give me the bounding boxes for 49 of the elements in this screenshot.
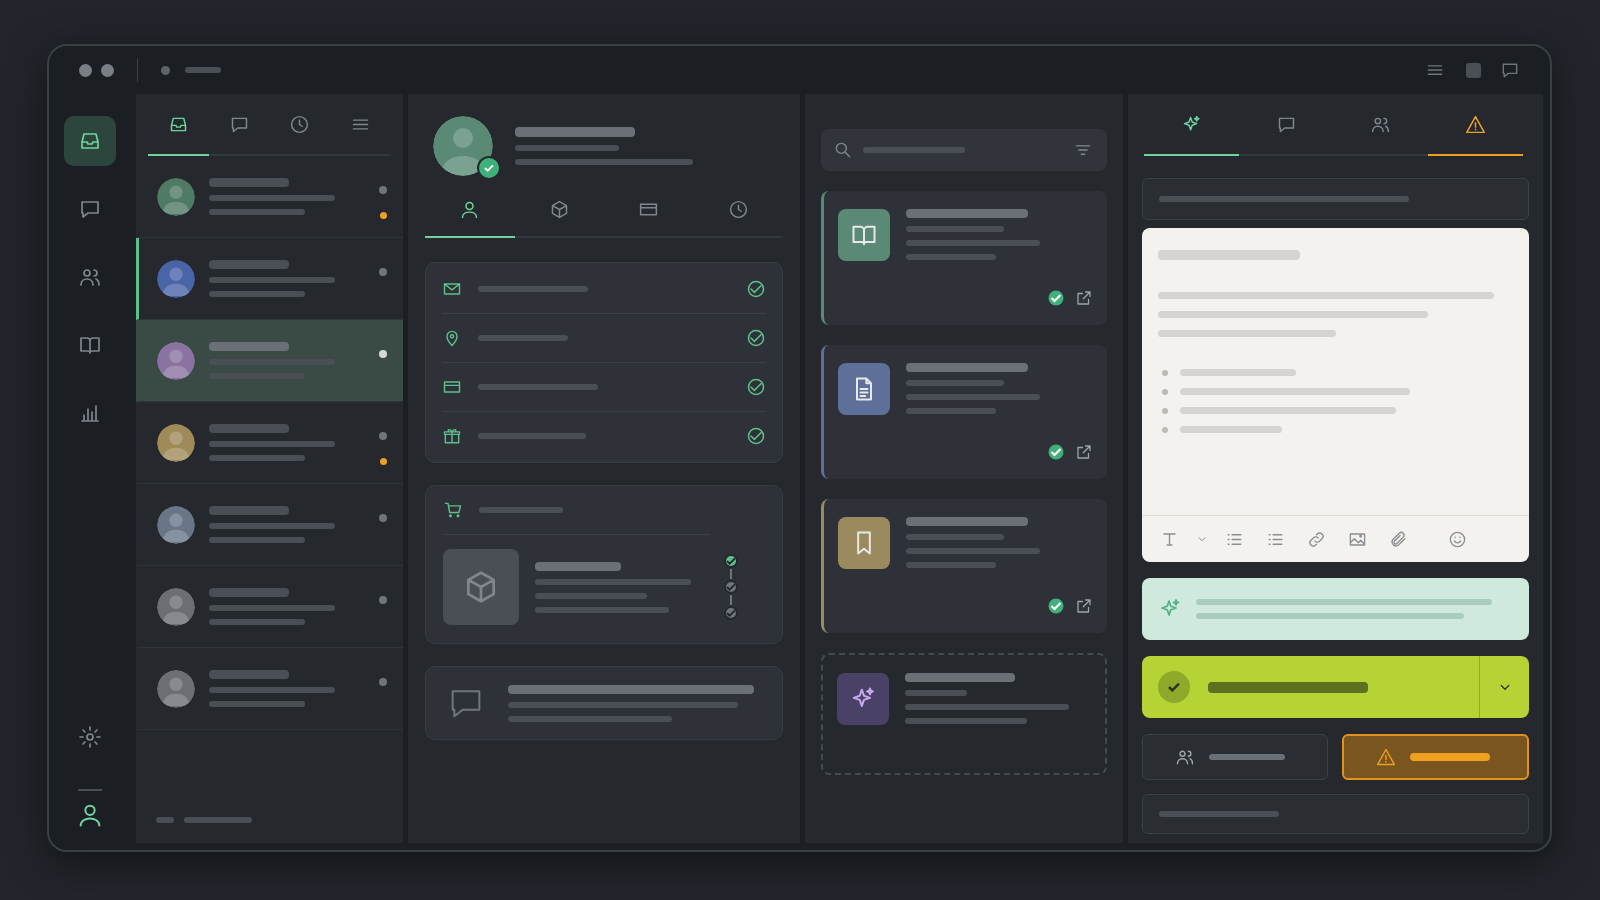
- square-icon[interactable]: [1466, 62, 1481, 78]
- primary-button[interactable]: [1142, 656, 1479, 718]
- bullet-dot: [1162, 407, 1168, 414]
- skeleton-line: [156, 817, 174, 823]
- settings-icon[interactable]: [78, 725, 102, 749]
- bullet-dot: [1162, 426, 1168, 433]
- status-dot: [379, 432, 387, 440]
- warning-button[interactable]: [1341, 734, 1529, 780]
- warning-icon: [1375, 747, 1396, 767]
- suggestion-card[interactable]: [821, 653, 1107, 775]
- result-card[interactable]: [821, 345, 1107, 479]
- skeleton-line: [905, 690, 967, 696]
- external-link-icon[interactable]: [1075, 443, 1093, 461]
- avatar: [433, 116, 493, 176]
- search-field[interactable]: [821, 129, 1107, 171]
- bullet-dot: [1162, 369, 1168, 376]
- people-icon: [1175, 747, 1195, 767]
- window-control[interactable]: [101, 63, 114, 77]
- paperclip-icon[interactable]: [1389, 529, 1408, 549]
- status-dot: [379, 268, 387, 276]
- clock-icon: [727, 198, 749, 220]
- clock-icon: [289, 113, 311, 135]
- external-link-icon[interactable]: [1075, 289, 1093, 307]
- check-circle-icon: [1158, 671, 1190, 703]
- status-dot: [379, 596, 387, 604]
- window-control[interactable]: [79, 63, 92, 77]
- conversation-item[interactable]: [136, 320, 403, 402]
- link-icon[interactable]: [1307, 529, 1326, 549]
- status-dot: [379, 678, 387, 686]
- status-dot: [161, 65, 170, 75]
- status-dot: [379, 350, 387, 358]
- result-card[interactable]: [821, 191, 1107, 325]
- external-link-icon[interactable]: [1075, 597, 1093, 615]
- status-dot: [379, 186, 387, 194]
- skeleton-line: [184, 817, 252, 823]
- search-icon: [833, 140, 853, 160]
- gift-icon: [442, 426, 462, 446]
- smile-icon[interactable]: [1448, 529, 1467, 549]
- chat-icon[interactable]: [1500, 60, 1520, 80]
- cart-icon: [443, 500, 463, 520]
- bullet-dot: [1162, 388, 1168, 395]
- warning-icon: [1465, 113, 1487, 135]
- result-card[interactable]: [821, 499, 1107, 633]
- input-field[interactable]: [1142, 794, 1529, 834]
- status-dot: [379, 514, 387, 522]
- skeleton-line: [185, 67, 221, 73]
- input-field[interactable]: [1142, 178, 1529, 220]
- assign-button[interactable]: [1142, 734, 1328, 780]
- nav-button[interactable]: [64, 116, 116, 166]
